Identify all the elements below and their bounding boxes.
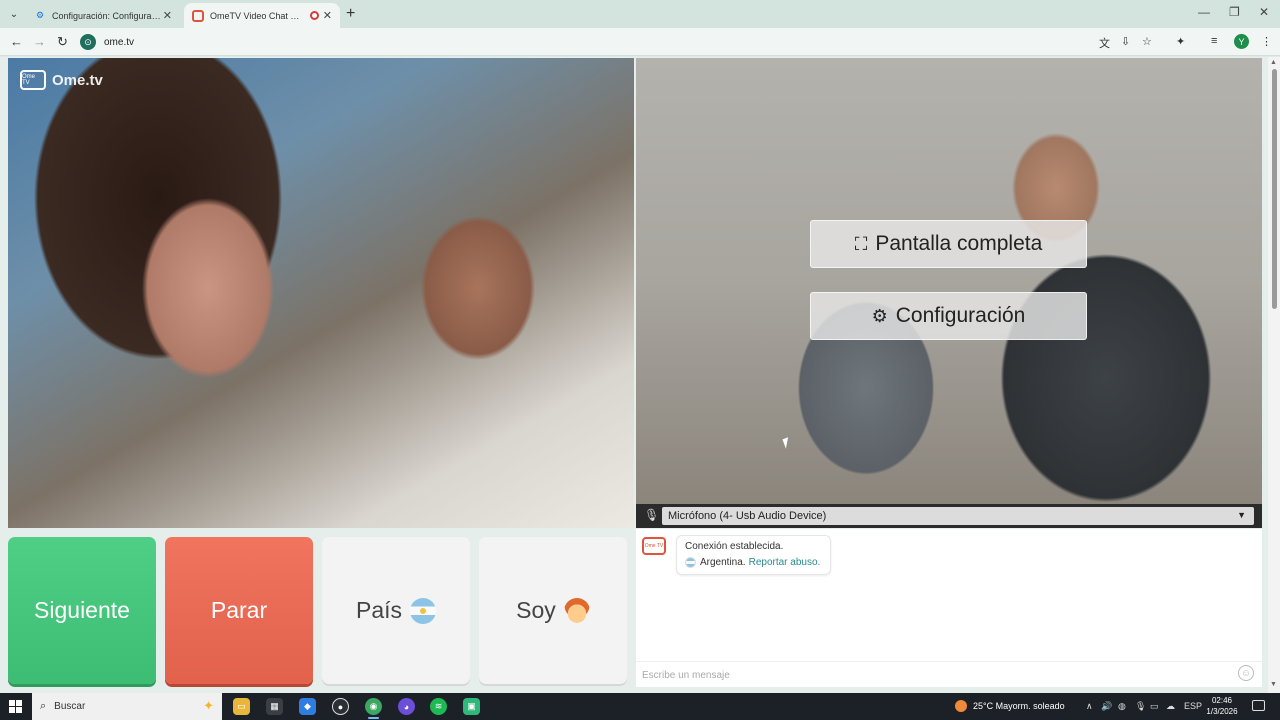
- connection-status: Conexión establecida.: [685, 541, 784, 552]
- ometv-chat-icon: Ome TV: [642, 537, 666, 555]
- extensions-icon[interactable]: ✦: [1176, 35, 1185, 48]
- windows-start-icon[interactable]: [9, 700, 22, 713]
- tab-title: OmeTV Video Chat — Ome: [210, 10, 306, 21]
- argentina-flag-icon: [410, 597, 437, 624]
- copilot-sparkle-icon: ✦: [203, 698, 214, 713]
- clock-date: 1/3/2026: [1206, 707, 1238, 716]
- fullscreen-label: Pantalla completa: [875, 232, 1043, 255]
- minimize-icon[interactable]: —: [1198, 5, 1210, 19]
- copilot-icon[interactable]: ◆: [299, 698, 316, 715]
- microphone-select[interactable]: Micrófono (4- Usb Audio Device) ▼: [662, 507, 1254, 525]
- stop-label: Parar: [210, 597, 268, 623]
- translate-icon[interactable]: 文: [1099, 35, 1110, 51]
- search-icon: ⌕: [40, 700, 47, 712]
- remote-video[interactable]: ⛶ Pantalla completa ⚙ Configuración: [636, 58, 1262, 504]
- message-input[interactable]: Escribe un mensaje: [636, 661, 1262, 687]
- reload-icon[interactable]: ↻: [57, 34, 68, 50]
- microsoft-store-icon[interactable]: ▦: [266, 698, 283, 715]
- gender-label: Soy: [516, 597, 556, 623]
- notifications-icon[interactable]: [1252, 700, 1265, 711]
- recording-indicator-icon: [309, 11, 319, 20]
- stop-button[interactable]: Parar: [165, 537, 313, 684]
- language-indicator[interactable]: ESP: [1184, 701, 1202, 711]
- gear-icon: ⚙: [35, 10, 45, 20]
- scrollbar-thumb[interactable]: [1272, 69, 1277, 309]
- close-tab-icon[interactable]: ✕: [323, 9, 332, 22]
- cloud-icon[interactable]: ☁: [1166, 701, 1175, 712]
- close-tab-icon[interactable]: ✕: [163, 9, 172, 22]
- restore-icon[interactable]: ❐: [1229, 5, 1240, 19]
- gear-icon: ⚙: [871, 305, 888, 326]
- bookmark-star-icon[interactable]: ☆: [1142, 35, 1152, 48]
- site-info-icon[interactable]: ⊙: [80, 34, 96, 50]
- report-abuse-link[interactable]: Reportar abuso.: [749, 557, 821, 568]
- chrome-icon[interactable]: ◉: [365, 698, 382, 719]
- taskbar-search[interactable]: ⌕ Buscar ✦: [32, 693, 222, 720]
- url-text[interactable]: ome.tv: [104, 37, 134, 48]
- back-icon[interactable]: ←: [10, 34, 23, 49]
- weather-sun-icon: [955, 700, 967, 712]
- tab-search-chevron-icon[interactable]: ⌄: [4, 4, 24, 24]
- scroll-down-icon[interactable]: ▼: [1270, 681, 1277, 688]
- windows-taskbar: ⌕ Buscar ✦ ▭ ▦ ◆ ● ◉ ◕ ≋ ▣ 25°C Mayorm. …: [0, 693, 1280, 720]
- argentina-flag-icon: [685, 557, 696, 568]
- ometv-logo-icon: Ome TV: [20, 70, 46, 90]
- clock-time: 02:46: [1211, 696, 1233, 705]
- microphone-tray-icon[interactable]: 🎙: [1135, 701, 1146, 712]
- local-video: Ome TV Ome.tv: [8, 58, 634, 528]
- network-icon[interactable]: ◍: [1118, 701, 1126, 712]
- more-menu-icon[interactable]: ⋮: [1261, 35, 1272, 48]
- weather-text: 25°C Mayorm. soleado: [973, 701, 1065, 711]
- microphone-icon: 🎙: [644, 508, 660, 522]
- ometv-logo: Ome TV Ome.tv: [20, 70, 103, 90]
- volume-icon[interactable]: 🔊: [1101, 701, 1112, 712]
- microphone-bar: 🎙 Micrófono (4- Usb Audio Device) ▼: [636, 504, 1262, 528]
- fullscreen-icon: ⛶: [854, 233, 868, 254]
- app-icon[interactable]: ▣: [463, 698, 480, 715]
- tab-ometv[interactable]: OmeTV Video Chat — Ome ✕: [184, 3, 340, 28]
- chevron-down-icon: ▼: [1237, 510, 1246, 520]
- profile-avatar[interactable]: Y: [1234, 34, 1249, 49]
- forward-icon[interactable]: →: [33, 34, 46, 49]
- clock[interactable]: 02:46 1/3/2026: [1204, 695, 1240, 717]
- ometv-logo-text: Ome.tv: [52, 71, 103, 89]
- file-explorer-icon[interactable]: ▭: [233, 698, 250, 715]
- install-app-icon[interactable]: ⇩: [1121, 35, 1130, 48]
- tray-chevron-up-icon[interactable]: ∧: [1086, 701, 1093, 712]
- page-scrollbar[interactable]: ▲ ▼: [1268, 57, 1280, 693]
- ometv-icon: [192, 9, 204, 22]
- emoji-smile-icon[interactable]: ☺: [1238, 665, 1254, 681]
- fullscreen-button[interactable]: ⛶ Pantalla completa: [810, 220, 1087, 268]
- mouse-cursor-icon: [782, 437, 792, 449]
- scroll-up-icon[interactable]: ▲: [1270, 59, 1277, 66]
- close-window-icon[interactable]: ✕: [1259, 5, 1269, 19]
- reading-list-icon[interactable]: ≡: [1211, 35, 1217, 47]
- display-icon[interactable]: ▭: [1150, 701, 1159, 712]
- obs-icon[interactable]: ●: [332, 698, 349, 715]
- settings-button[interactable]: ⚙ Configuración: [810, 292, 1087, 340]
- discord-icon[interactable]: ◕: [398, 698, 415, 715]
- new-tab-icon[interactable]: +: [346, 5, 355, 23]
- weather-widget[interactable]: 25°C Mayorm. soleado: [955, 700, 1065, 712]
- spotify-icon[interactable]: ≋: [430, 698, 447, 715]
- settings-label: Configuración: [895, 304, 1026, 327]
- boy-emoji-icon: [563, 597, 590, 624]
- address-bar: ← → ↻ ⊙ ome.tv 文 ⇩ ☆ ✦ ≡ ⋮: [0, 28, 1280, 56]
- gender-button[interactable]: Soy: [479, 537, 627, 684]
- next-label: Siguiente: [34, 597, 130, 623]
- taskbar-search-label: Buscar: [54, 701, 86, 712]
- chat-panel: Ome TV Conexión establecida. Argentina. …: [636, 529, 1262, 687]
- omnibox[interactable]: ⊙ ome.tv: [80, 32, 1090, 52]
- browser-tab-strip: ⌄ ⚙ Configuración: Configuración d… ✕ Om…: [0, 0, 1280, 28]
- partner-country: Argentina.: [700, 557, 746, 568]
- country-button[interactable]: País: [322, 537, 470, 684]
- country-label: País: [355, 597, 403, 623]
- next-button[interactable]: Siguiente: [8, 537, 156, 684]
- tab-title: Configuración: Configuración d…: [52, 10, 163, 21]
- tab-settings[interactable]: ⚙ Configuración: Configuración d… ✕: [26, 3, 180, 28]
- microphone-selected-value: Micrófono (4- Usb Audio Device): [668, 510, 827, 522]
- system-message: Conexión establecida. Argentina. Reporta…: [676, 535, 831, 575]
